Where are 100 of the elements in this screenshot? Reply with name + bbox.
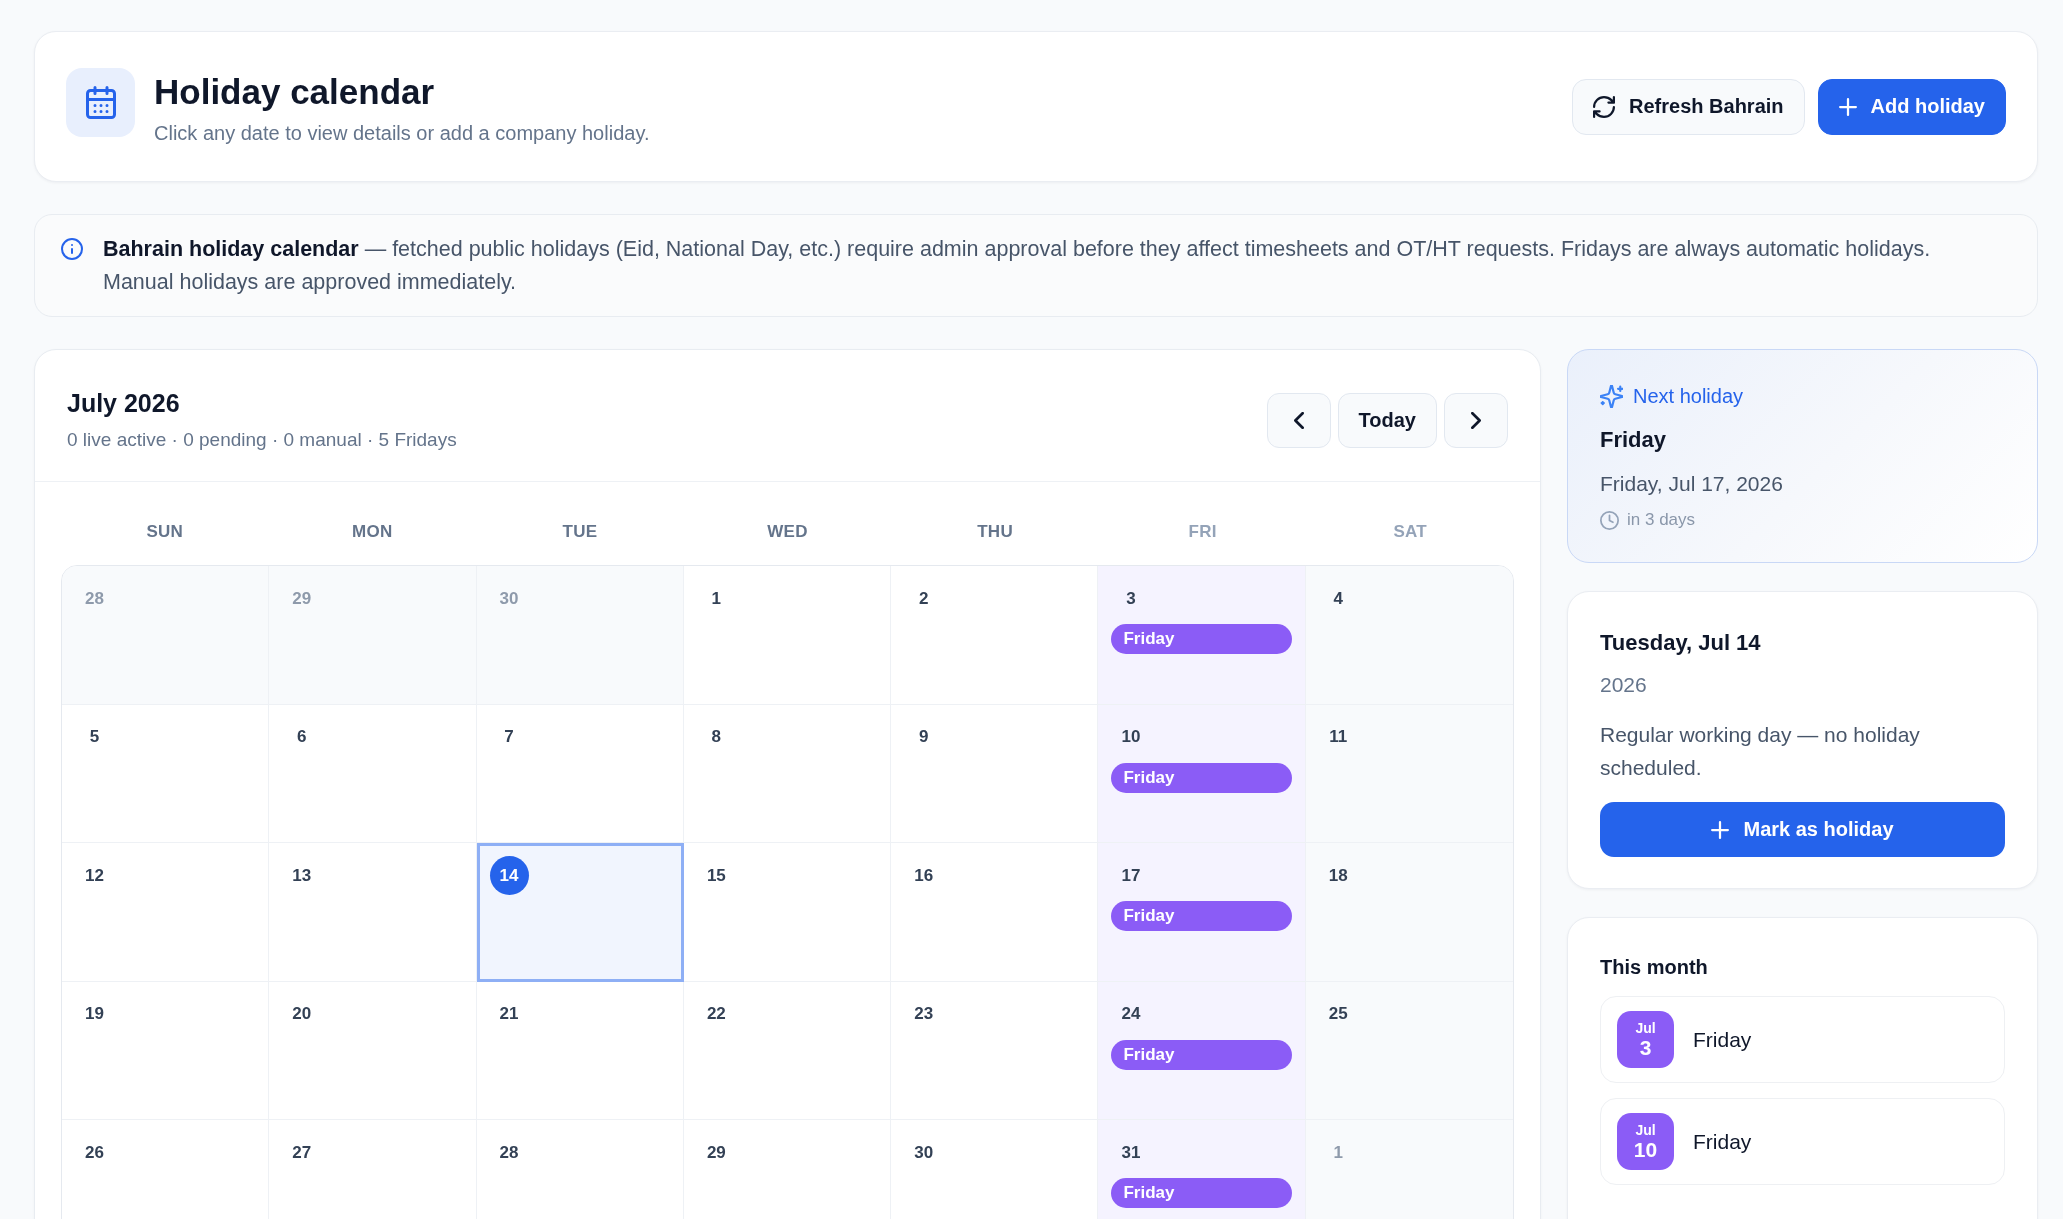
selected-day-title: Tuesday, Jul 14: [1600, 629, 1761, 657]
calendar-day-cell[interactable]: 17 Friday: [1098, 843, 1306, 982]
day-number: 15: [706, 865, 726, 886]
selected-day-message: Regular working day — no holiday scheduled.: [1600, 722, 1921, 781]
month-title: July 2026: [67, 388, 180, 419]
today-button[interactable]: Today: [1337, 392, 1437, 448]
plus-icon: [1838, 97, 1857, 116]
info-icon: [61, 238, 83, 260]
day-number: 23: [914, 1004, 934, 1025]
weekday-label: THU: [977, 521, 1013, 543]
day-number: 2: [918, 588, 929, 609]
calendar-day-cell[interactable]: 13: [269, 843, 477, 982]
calendar-day-cell[interactable]: 14: [476, 843, 684, 982]
calendar-day-cell[interactable]: 8: [683, 704, 892, 844]
clock-icon: [1600, 510, 1619, 530]
day-number: 30: [914, 1142, 934, 1163]
day-number: 14: [489, 856, 529, 896]
badge-month: Jul: [1635, 1122, 1656, 1138]
calendar-day-cell[interactable]: 3 Friday: [1098, 566, 1306, 705]
refresh-button[interactable]: Refresh Bahrain: [1572, 78, 1805, 135]
selected-day-year: 2026: [1600, 672, 1647, 698]
badge-month: Jul: [1635, 1020, 1656, 1036]
day-number: 26: [85, 1142, 104, 1163]
calendar-day-cell[interactable]: 5: [62, 704, 270, 844]
sparkles-icon: [1600, 384, 1623, 408]
badge-day: 3: [1639, 1036, 1652, 1059]
day-number: 1: [711, 588, 722, 609]
calendar-day-cell[interactable]: 2: [891, 566, 1099, 705]
day-number: 9: [918, 727, 929, 748]
calendar-day-cell[interactable]: 6: [269, 704, 477, 844]
month-summary: 0 live active · 0 pending · 0 manual · 5 Fridays: [67, 428, 457, 452]
day-number: 29: [706, 1142, 726, 1163]
holiday-tag[interactable]: Friday: [1111, 624, 1292, 654]
add-holiday-button[interactable]: Add holiday: [1817, 78, 2006, 135]
calendar-day-cell[interactable]: 20: [269, 981, 477, 1121]
calendar-day-cell[interactable]: 31 Friday: [1098, 1120, 1306, 1219]
info-text: Bahrain holiday calendar — fetched public holidays (Eid, National Day, etc.) require admin approval before they affect timesheets and OT/HT requests. Fridays are always automatic holidays. Manual holidays are approved immediately.: [103, 236, 1932, 296]
day-number: 4: [1333, 588, 1343, 609]
next-month-button[interactable]: [1444, 392, 1508, 448]
refresh-icon: [1593, 95, 1616, 118]
calendar-day-cell[interactable]: 4: [1305, 566, 1513, 705]
day-number: 20: [292, 1004, 312, 1025]
badge-day: 10: [1633, 1138, 1658, 1161]
weekday-label: TUE: [562, 521, 598, 543]
weekday-label: FRI: [1188, 521, 1217, 543]
calendar-day-cell[interactable]: 9: [891, 704, 1099, 844]
holiday-list-item[interactable]: Jul 3 Friday: [1600, 996, 2005, 1083]
calendar-day-cell[interactable]: 7: [476, 704, 684, 844]
day-number: 7: [504, 727, 514, 748]
calendar-day-cell[interactable]: 21: [476, 981, 684, 1121]
day-number: 19: [85, 1004, 104, 1025]
day-number: 31: [1121, 1142, 1141, 1163]
previous-month-button[interactable]: [1266, 392, 1331, 448]
chevron-left-icon: [1293, 411, 1304, 429]
calendar-day-cell[interactable]: 24 Friday: [1098, 981, 1306, 1121]
holiday-list-item[interactable]: Jul 10 Friday: [1600, 1098, 2005, 1185]
day-number: 13: [292, 865, 312, 886]
day-number: 27: [292, 1142, 312, 1163]
calendar-day-cell[interactable]: 15: [683, 843, 892, 982]
holiday-tag[interactable]: Friday: [1111, 1178, 1292, 1209]
day-number: 1: [1333, 1142, 1343, 1163]
weekday-label: SUN: [146, 521, 184, 543]
day-number: 12: [85, 865, 104, 886]
day-number: 17: [1121, 865, 1141, 886]
calendar-day-cell[interactable]: 25: [1305, 981, 1513, 1121]
holiday-tag[interactable]: Friday: [1111, 762, 1292, 793]
holiday-tag[interactable]: Friday: [1111, 1039, 1292, 1070]
day-number: 29: [292, 588, 312, 609]
day-number: 16: [914, 865, 934, 886]
calendar-day-cell[interactable]: 23: [891, 981, 1099, 1121]
page-title: Holiday calendar: [154, 71, 435, 112]
day-number: 10: [1121, 727, 1141, 748]
chevron-right-icon: [1471, 411, 1481, 429]
this-month-title: This month: [1600, 955, 1708, 980]
countdown-text: in 3 days: [1627, 509, 1696, 531]
calendar-day-cell[interactable]: 10 Friday: [1098, 704, 1306, 844]
calendar-icon: [66, 67, 135, 137]
day-number: 11: [1329, 727, 1348, 748]
day-number: 18: [1328, 865, 1348, 886]
day-number: 25: [1328, 1004, 1348, 1025]
plus-icon: [1711, 820, 1730, 839]
day-number: 21: [499, 1004, 519, 1025]
holiday-name: Friday: [1600, 426, 1667, 454]
day-number: 8: [711, 727, 722, 748]
holiday-name: Friday: [1693, 1129, 1752, 1154]
day-number: 24: [1121, 1004, 1141, 1025]
holiday-tag[interactable]: Friday: [1111, 901, 1292, 932]
calendar-day-cell[interactable]: 12: [62, 843, 270, 982]
calendar-day-cell[interactable]: 1: [683, 566, 892, 705]
calendar-day-cell[interactable]: 11: [1305, 704, 1513, 844]
day-number: 30: [499, 588, 519, 609]
calendar-day-cell[interactable]: 19: [62, 981, 270, 1121]
calendar-day-cell[interactable]: 22: [683, 981, 892, 1121]
mark-as-holiday-button[interactable]: Mark as holiday: [1600, 802, 2005, 857]
calendar-day-cell[interactable]: 16: [891, 843, 1099, 982]
page-subtitle: Click any date to view details or add a company holiday.: [154, 120, 650, 146]
calendar-day-cell[interactable]: 18: [1305, 843, 1513, 982]
day-number: 3: [1126, 588, 1136, 609]
holiday-name: Friday: [1693, 1027, 1752, 1052]
day-number: 6: [297, 727, 307, 748]
